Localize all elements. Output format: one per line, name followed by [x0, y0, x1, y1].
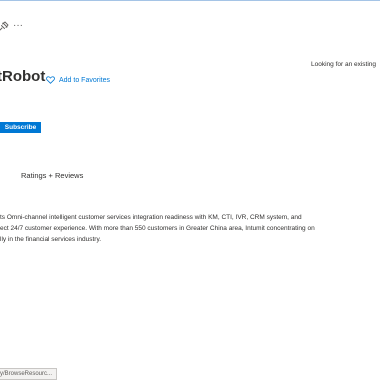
top-border	[0, 0, 380, 1]
description-line: ect 24/7 customer experience. With more …	[0, 225, 315, 232]
description-line: lly in the financial services industry.	[0, 236, 102, 243]
heart-icon	[46, 76, 55, 84]
tab-bar: rt Ratings + Reviews	[0, 171, 120, 183]
product-description: ts Omni-channel intelligent customer ser…	[0, 212, 340, 245]
add-to-favorites-label: Add to Favorites	[59, 76, 110, 84]
page-title: tRobot	[0, 68, 46, 85]
pin-icon[interactable]	[0, 21, 9, 31]
description-line: ts Omni-channel intelligent customer ser…	[0, 214, 302, 221]
subscribe-button[interactable]: Subscribe	[0, 122, 41, 133]
add-to-favorites-link[interactable]: Add to Favorites	[46, 74, 110, 86]
tab-ratings-reviews[interactable]: Ratings + Reviews	[21, 171, 83, 181]
status-bar-url: y/BrowseResourc...	[0, 368, 58, 380]
looking-for-existing-text: Looking for an existing	[311, 61, 377, 68]
more-options-icon[interactable]: ···	[13, 21, 23, 31]
